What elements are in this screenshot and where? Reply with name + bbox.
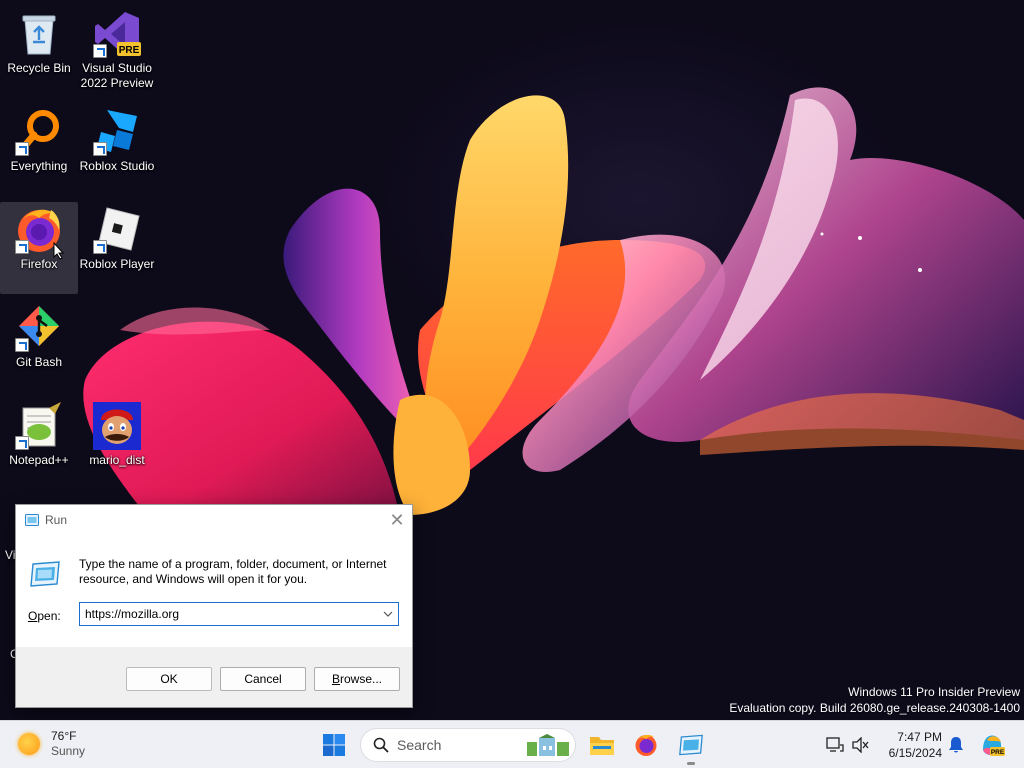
weather-condition: Sunny	[51, 744, 86, 758]
taskbar-clock[interactable]: 7:47 PM 6/15/2024	[880, 729, 942, 761]
open-input[interactable]	[80, 604, 378, 624]
weather-temperature: 76°F	[51, 729, 77, 743]
tray-network[interactable]	[823, 731, 847, 759]
shortcut-arrow-icon	[15, 338, 29, 352]
active-window-indicator	[687, 762, 695, 765]
run-program-icon	[30, 561, 60, 587]
chevron-down-icon	[383, 611, 393, 617]
cancel-button[interactable]: Cancel	[220, 667, 306, 691]
roblox-studio-icon	[93, 108, 141, 156]
bell-icon	[949, 737, 963, 753]
volume-muted-icon	[852, 737, 869, 753]
shortcut-arrow-icon	[93, 240, 107, 254]
weather-widget[interactable]: 76°F Sunny	[18, 729, 85, 759]
pre-badge: PRE	[119, 45, 140, 56]
desktop-icon-everything[interactable]: Everything	[0, 104, 78, 196]
run-dialog-footer: OK Cancel Browse...	[16, 647, 412, 707]
copilot-button[interactable]: PRE	[978, 731, 1006, 759]
run-dialog-title: Run	[45, 513, 68, 527]
shortcut-arrow-icon	[15, 142, 29, 156]
run-title-icon	[25, 514, 39, 526]
run-dialog-titlebar[interactable]: Run ✕	[16, 505, 412, 535]
clock-date: 6/15/2024	[888, 746, 942, 760]
firefox-icon	[635, 734, 657, 756]
desktop-icon-visual-studio[interactable]: PRE Visual Studio 2022 Preview	[78, 6, 156, 98]
desktop-icon-notepad-plus-plus[interactable]: Notepad++	[0, 398, 78, 490]
desktop-icon-roblox-player[interactable]: Roblox Player	[78, 202, 156, 294]
taskbar: 76°F Sunny Search 7:47 PM 6/15/2024 PRE	[0, 720, 1024, 768]
tray-volume[interactable]	[849, 731, 873, 759]
desktop-icon-firefox[interactable]: Firefox	[0, 202, 78, 294]
copilot-pre-badge: PRE	[991, 749, 1005, 756]
notepad-plus-plus-icon	[15, 402, 63, 450]
sun-icon	[18, 733, 40, 755]
shortcut-arrow-icon	[93, 142, 107, 156]
mario-icon	[93, 402, 141, 450]
ok-button[interactable]: OK	[126, 667, 212, 691]
dropdown-button[interactable]	[378, 603, 398, 625]
desktop-icon-recycle-bin[interactable]: Recycle Bin	[0, 6, 78, 98]
taskbar-file-explorer[interactable]	[588, 731, 616, 759]
desktop-icon-mario-dist[interactable]: mario_dist	[78, 398, 156, 490]
git-bash-icon	[15, 304, 63, 352]
taskbar-run[interactable]	[677, 731, 705, 759]
notifications-button[interactable]	[944, 731, 968, 759]
evaluation-watermark: Windows 11 Pro Insider Preview Evaluatio…	[729, 685, 1020, 715]
desktop-icon-git-bash[interactable]: Git Bash	[0, 300, 78, 392]
run-dialog-body: Type the name of a program, folder, docu…	[16, 535, 412, 647]
clock-time: 7:47 PM	[897, 730, 942, 744]
shortcut-arrow-icon	[15, 240, 29, 254]
mouse-cursor-icon	[53, 242, 65, 260]
shortcut-arrow-icon	[15, 436, 29, 450]
copilot-icon: PRE	[983, 735, 1005, 756]
search-icon	[373, 737, 389, 753]
taskbar-search[interactable]: Search	[360, 728, 576, 762]
open-label: Open:	[28, 609, 61, 623]
desktop-icon-roblox-studio[interactable]: Roblox Studio	[78, 104, 156, 196]
search-highlight-icon	[527, 734, 569, 756]
partial-icon-label: Vi	[5, 548, 16, 562]
roblox-player-icon	[93, 206, 141, 254]
start-button[interactable]	[320, 731, 348, 759]
everything-search-icon	[15, 108, 63, 156]
run-program-icon	[679, 734, 703, 756]
close-icon: ✕	[389, 509, 405, 530]
run-description: Type the name of a program, folder, docu…	[79, 557, 387, 586]
folder-icon	[590, 737, 614, 755]
open-combobox[interactable]	[79, 602, 399, 626]
windows-logo-icon	[323, 734, 345, 756]
shortcut-arrow-icon	[93, 44, 107, 58]
run-dialog: Run ✕ Type the name of a program, folder…	[15, 504, 413, 708]
visual-studio-icon: PRE	[93, 10, 141, 58]
taskbar-firefox[interactable]	[632, 731, 660, 759]
search-placeholder: Search	[397, 737, 442, 753]
close-button[interactable]: ✕	[382, 505, 412, 535]
recycle-bin-icon	[15, 10, 63, 58]
network-icon	[826, 737, 844, 752]
browse-button[interactable]: Browse...	[314, 667, 400, 691]
